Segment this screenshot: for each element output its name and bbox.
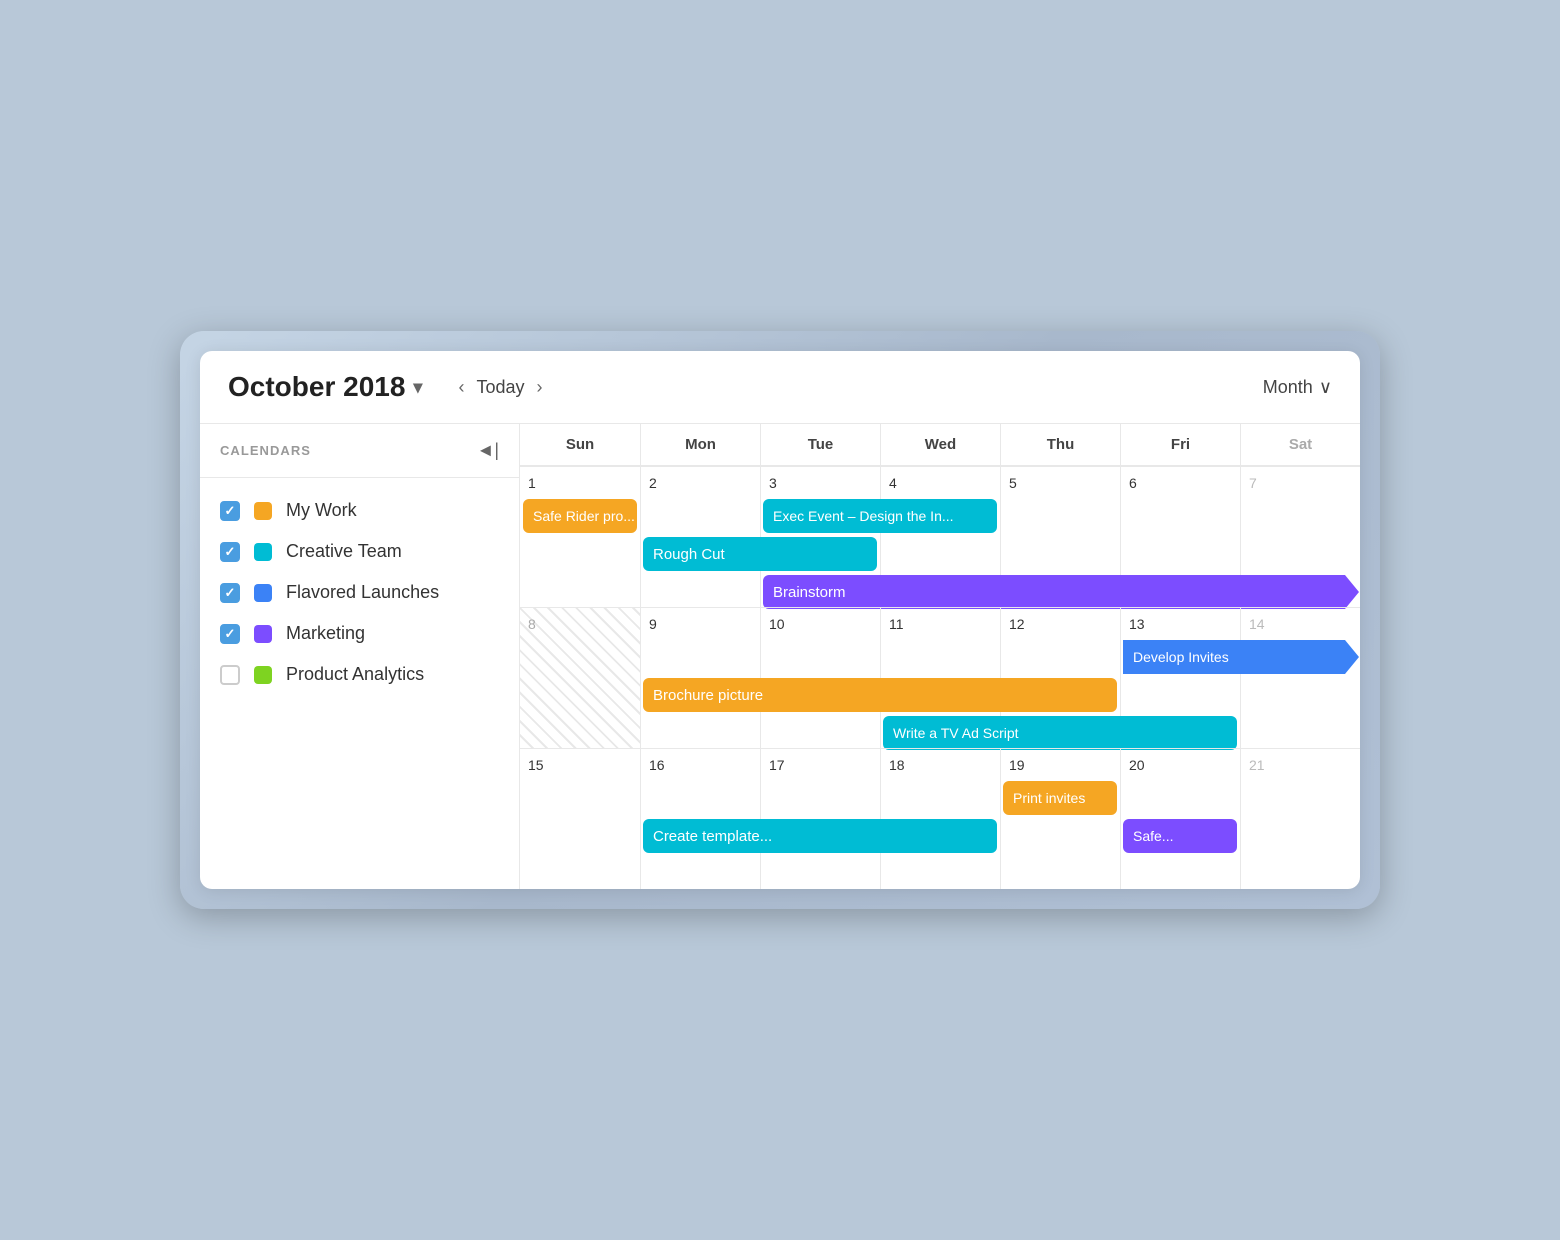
event-tv-ad[interactable]: Write a TV Ad Script bbox=[883, 716, 1237, 750]
event-brochure-picture[interactable]: Brochure picture bbox=[643, 678, 1117, 712]
main-layout: CALENDARS ◄| ✓ My Work ✓ bbox=[200, 424, 1360, 889]
event-safe-small[interactable]: Safe... bbox=[1123, 819, 1237, 853]
view-label: Month bbox=[1263, 377, 1313, 398]
calendar-item-flavored-launches[interactable]: ✓ Flavored Launches bbox=[200, 572, 519, 613]
day-headers-row: Sun Mon Tue Wed Thu Fri Sat bbox=[520, 424, 1360, 466]
day-header-thu: Thu bbox=[1000, 424, 1120, 465]
creative-team-color bbox=[254, 543, 272, 561]
event-rough-cut[interactable]: Rough Cut bbox=[643, 537, 877, 571]
event-create-template[interactable]: Create template... bbox=[643, 819, 997, 853]
product-analytics-color bbox=[254, 666, 272, 684]
day-header-sun: Sun bbox=[520, 424, 640, 465]
day-header-fri: Fri bbox=[1120, 424, 1240, 465]
flavored-launches-checkbox[interactable]: ✓ bbox=[220, 583, 240, 603]
day-header-tue: Tue bbox=[760, 424, 880, 465]
month-title[interactable]: October 2018 ▾ bbox=[228, 371, 422, 403]
week-row-2: 8 9 10 11 12 13 14 Develop Invites Broch… bbox=[520, 607, 1360, 748]
product-analytics-checkbox[interactable] bbox=[220, 665, 240, 685]
calendar-list: ✓ My Work ✓ Creative Team bbox=[200, 478, 519, 707]
marketing-label: Marketing bbox=[286, 623, 365, 644]
view-selector-button[interactable]: Month ∨ bbox=[1263, 377, 1332, 398]
day-header-sat: Sat bbox=[1240, 424, 1360, 465]
calendar-grid: Sun Mon Tue Wed Thu Fri Sat 1 2 3 4 5 6 … bbox=[520, 424, 1360, 889]
sidebar: CALENDARS ◄| ✓ My Work ✓ bbox=[200, 424, 520, 889]
outer-frame: October 2018 ▾ ‹ Today › Month ∨ CALENDA… bbox=[180, 331, 1380, 909]
marketing-color bbox=[254, 625, 272, 643]
calendar-item-my-work[interactable]: ✓ My Work bbox=[200, 490, 519, 531]
day-cell-19[interactable]: 19 bbox=[1000, 749, 1120, 889]
my-work-checkbox[interactable]: ✓ bbox=[220, 501, 240, 521]
week-row-3: 15 16 17 18 19 20 21 Print invites Creat… bbox=[520, 748, 1360, 889]
product-analytics-label: Product Analytics bbox=[286, 664, 424, 685]
day-cell-14[interactable]: 14 bbox=[1240, 608, 1360, 748]
event-print-invites[interactable]: Print invites bbox=[1003, 781, 1117, 815]
day-header-wed: Wed bbox=[880, 424, 1000, 465]
event-brainstorm[interactable]: Brainstorm bbox=[763, 575, 1359, 609]
sidebar-header: CALENDARS ◄| bbox=[200, 424, 519, 478]
month-title-text: October 2018 bbox=[228, 371, 405, 403]
nav-group: ‹ Today › bbox=[450, 373, 550, 402]
calendars-label: CALENDARS bbox=[220, 443, 477, 458]
event-exec-event[interactable]: Exec Event – Design the In... bbox=[763, 499, 997, 533]
week-row-1: 1 2 3 4 5 6 7 Safe Rider pro... Exec Eve… bbox=[520, 466, 1360, 607]
day-cell-1[interactable]: 1 bbox=[520, 467, 640, 607]
creative-team-checkbox[interactable]: ✓ bbox=[220, 542, 240, 562]
calendar-item-product-analytics[interactable]: Product Analytics bbox=[200, 654, 519, 695]
event-develop-invites[interactable]: Develop Invites bbox=[1123, 640, 1359, 674]
marketing-checkbox[interactable]: ✓ bbox=[220, 624, 240, 644]
day-header-mon: Mon bbox=[640, 424, 760, 465]
next-month-button[interactable]: › bbox=[529, 373, 551, 402]
flavored-launches-label: Flavored Launches bbox=[286, 582, 439, 603]
view-dropdown-icon: ∨ bbox=[1319, 377, 1332, 398]
calendar-header: October 2018 ▾ ‹ Today › Month ∨ bbox=[200, 351, 1360, 424]
calendar-item-creative-team[interactable]: ✓ Creative Team bbox=[200, 531, 519, 572]
event-safe-rider[interactable]: Safe Rider pro... bbox=[523, 499, 637, 533]
day-cell-15[interactable]: 15 bbox=[520, 749, 640, 889]
prev-month-button[interactable]: ‹ bbox=[450, 373, 472, 402]
month-dropdown-icon[interactable]: ▾ bbox=[413, 377, 422, 398]
my-work-color bbox=[254, 502, 272, 520]
calendar-container: October 2018 ▾ ‹ Today › Month ∨ CALENDA… bbox=[200, 351, 1360, 889]
flavored-launches-color bbox=[254, 584, 272, 602]
today-button[interactable]: Today bbox=[476, 377, 524, 398]
calendar-item-marketing[interactable]: ✓ Marketing bbox=[200, 613, 519, 654]
creative-team-label: Creative Team bbox=[286, 541, 402, 562]
my-work-label: My Work bbox=[286, 500, 357, 521]
day-cell-21[interactable]: 21 bbox=[1240, 749, 1360, 889]
day-cell-8[interactable]: 8 bbox=[520, 608, 640, 748]
collapse-sidebar-button[interactable]: ◄| bbox=[477, 440, 500, 461]
